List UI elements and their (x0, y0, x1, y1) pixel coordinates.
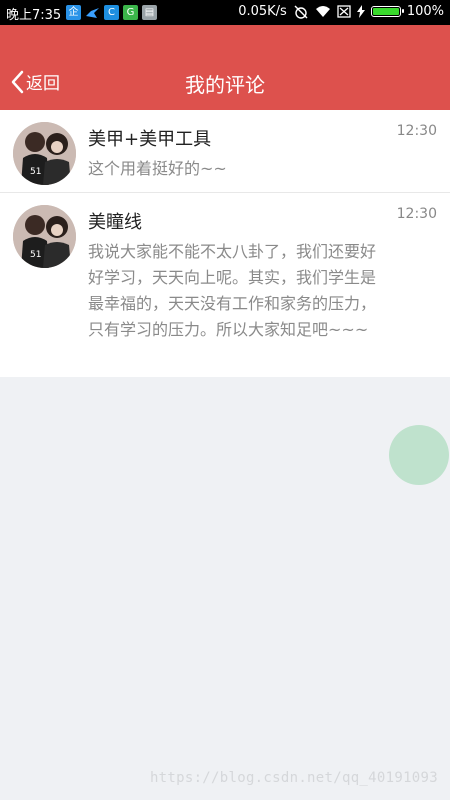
alarm-off-icon (294, 5, 308, 19)
comment-time: 12:30 (396, 123, 437, 139)
c-app-icon: C (104, 5, 119, 20)
battery-icon (370, 6, 404, 17)
floating-action-button[interactable] (389, 425, 449, 485)
svg-text:51: 51 (30, 167, 41, 177)
charging-icon (356, 5, 365, 18)
watermark: https://blog.csdn.net/qq_40191093 (149, 770, 438, 786)
avatar[interactable]: 51 (13, 205, 76, 268)
status-time: 晚上7:35 (6, 8, 62, 23)
comment-list: 51 美甲+美甲工具 12:30 这个用着挺好的~~ 51 美瞳线 12:30 … (0, 110, 450, 377)
comment-item[interactable]: 51 美甲+美甲工具 12:30 这个用着挺好的~~ (0, 110, 450, 193)
comment-item[interactable]: 51 美瞳线 12:30 我说大家能不能不太八卦了，我们还要好好学习，天天向上呢… (0, 193, 450, 377)
app-bar: 返回 我的评论 (0, 25, 450, 110)
battery-fill (372, 8, 399, 15)
bird-icon (85, 5, 100, 20)
wifi-icon (315, 6, 330, 17)
comment-text: 这个用着挺好的~~ (88, 159, 227, 178)
comment-text: 我说大家能不能不太八卦了，我们还要好好学习，天天向上呢。其实，我们学生是最幸福的… (88, 242, 377, 339)
comment-author: 美瞳线 (88, 212, 142, 233)
sim-off-icon (337, 5, 351, 18)
status-right: 0.05K/s 100% (238, 4, 444, 19)
avatar[interactable]: 51 (13, 122, 76, 185)
grid-app-icon: G (123, 5, 138, 20)
status-app-icons: 企 C G ▤ (66, 5, 157, 20)
svg-text:51: 51 (30, 250, 41, 260)
comment-time: 12:30 (396, 206, 437, 222)
status-bar: 晚上7:35 企 C G ▤ 0.05K/s 100% (0, 0, 450, 25)
page-title: 我的评论 (185, 73, 265, 97)
square-app-icon: ▤ (142, 5, 157, 20)
battery-percent: 100% (406, 4, 444, 19)
comment-author: 美甲+美甲工具 (88, 129, 212, 150)
qq-icon: 企 (66, 5, 81, 20)
network-speed: 0.05K/s (238, 4, 287, 19)
